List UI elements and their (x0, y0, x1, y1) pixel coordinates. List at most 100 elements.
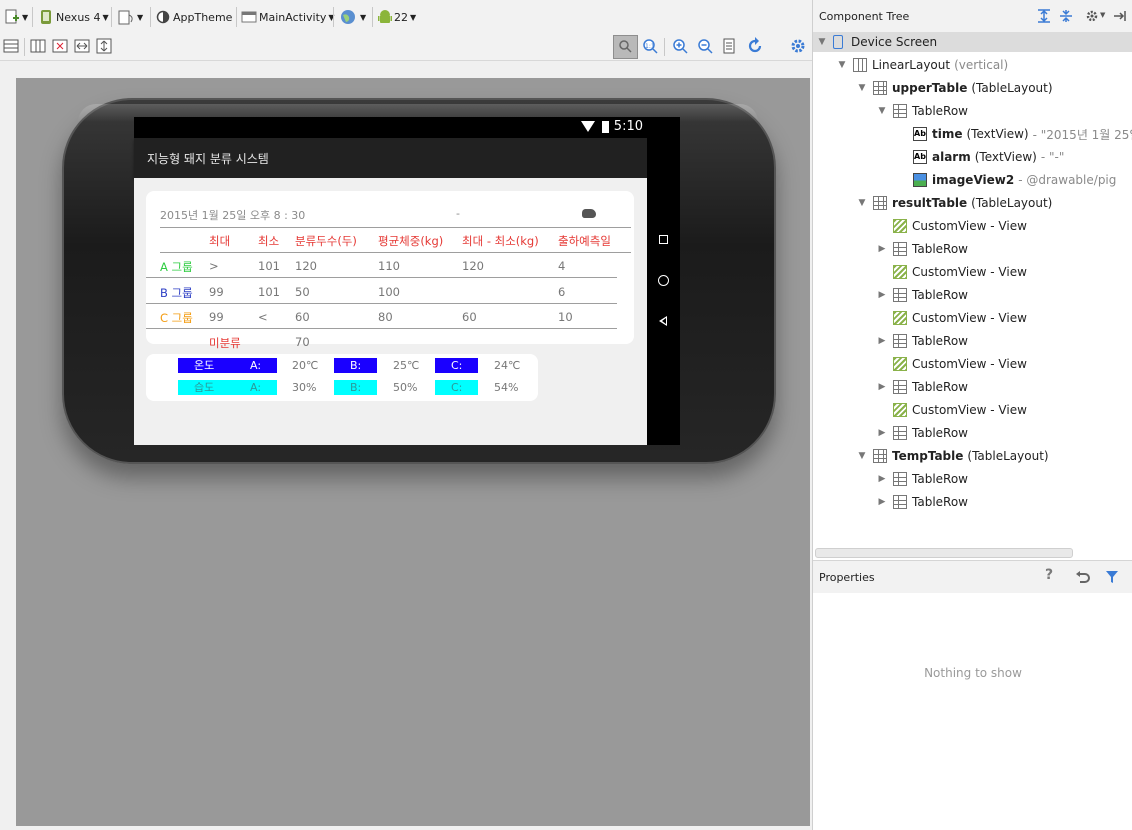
zoom-in-icon[interactable] (672, 38, 688, 54)
fill-width-icon[interactable] (74, 38, 90, 54)
expand-arrow-icon[interactable]: ▼ (857, 198, 867, 208)
tree-node[interactable]: ▶ TableRow (877, 377, 968, 397)
temp-c-value: 24℃ (494, 359, 521, 372)
collapse-arrow-icon[interactable]: ▶ (877, 428, 887, 438)
tree-node-label: TableRow (912, 380, 968, 394)
device-selector[interactable]: Nexus 4 ▼ (39, 7, 109, 27)
temp-b-value: 25℃ (393, 359, 420, 372)
collapse-arrow-icon[interactable]: ▶ (877, 474, 887, 484)
new-layout-button[interactable]: ▼ (4, 7, 28, 27)
tree-node[interactable]: Ab alarm (TextView) - "-" (897, 147, 1064, 167)
tree-node[interactable]: CustomView - View (877, 308, 1027, 328)
tree-node[interactable]: Ab time (TextView) - "2015년 1월 25일 (897, 124, 1132, 144)
vertical-layout-icon[interactable] (30, 38, 46, 54)
tree-horizontal-scrollbar[interactable] (815, 548, 1073, 558)
tree-node[interactable]: ▶ TableRow (877, 239, 968, 259)
hum-a-label: A: (250, 381, 262, 394)
refresh-icon[interactable] (746, 37, 764, 55)
tree-node-type: (TableLayout) (971, 196, 1053, 210)
home-icon[interactable] (658, 275, 669, 286)
alarm-text[interactable]: - (456, 207, 460, 220)
settings-gear-icon[interactable] (790, 38, 806, 54)
device-icon (833, 35, 843, 49)
unclassified-value: 70 (295, 335, 310, 349)
orientation-selector[interactable]: ▼ (117, 7, 143, 27)
design-canvas[interactable]: 5:10 지능형 돼지 분류 시스템 2015년 1월 25일 오후 8 : 3… (16, 78, 810, 826)
temp-label: 온도 (194, 359, 215, 372)
tree-node[interactable]: CustomView - View (877, 216, 1027, 236)
tree-node[interactable]: ▼ TempTable (TableLayout) (857, 446, 1049, 466)
collapse-arrow-icon[interactable]: ▶ (877, 336, 887, 346)
expand-all-icon[interactable] (1037, 9, 1051, 23)
back-icon[interactable] (659, 316, 667, 326)
tree-node-label: CustomView - View (912, 311, 1027, 325)
tree-node-label: TableRow (912, 426, 968, 440)
table-icon (893, 495, 907, 509)
recents-icon[interactable] (659, 235, 668, 244)
device-screen[interactable]: 5:10 지능형 돼지 분류 시스템 2015년 1월 25일 오후 8 : 3… (134, 117, 680, 445)
tree-node[interactable]: ▶ TableRow (877, 492, 968, 512)
collapse-arrow-icon[interactable]: ▶ (877, 290, 887, 300)
result-card[interactable]: 2015년 1월 25일 오후 8 : 30 - 최대 최소 분류두수(두) 평… (146, 191, 634, 350)
tree-node-label: LinearLayout (872, 58, 951, 72)
tree-node[interactable]: ▶ TableRow (877, 285, 968, 305)
hide-panel-icon[interactable] (1113, 9, 1127, 23)
filter-icon[interactable] (1105, 570, 1119, 584)
designer-toolbar: ▼ Nexus 4 ▼ ▼ AppTheme MainActivity ▼ ▼ 22… (0, 0, 812, 34)
tree-node[interactable]: ▼ LinearLayout (vertical) (837, 55, 1008, 75)
activity-selector[interactable]: MainActivity ▼ (241, 7, 335, 27)
tree-node[interactable]: ▼ upperTable (TableLayout) (857, 78, 1053, 98)
tree-node-label: CustomView - View (912, 403, 1027, 417)
tree-node[interactable]: ▼ TableRow (877, 101, 968, 121)
collapse-all-icon[interactable] (1059, 9, 1073, 23)
layout-actions-toolbar: 1:1 (0, 34, 812, 61)
collapse-arrow-icon[interactable]: ▶ (877, 382, 887, 392)
tree-node-type: (TextView) (974, 150, 1037, 164)
expand-arrow-icon[interactable]: ▼ (877, 106, 887, 116)
locale-selector[interactable]: ▼ (340, 7, 366, 27)
tree-node-label: TableRow (912, 104, 968, 118)
tree-node[interactable]: ▼ resultTable (TableLayout) (857, 193, 1052, 213)
tree-node[interactable]: ▶ TableRow (877, 469, 968, 489)
img-icon (913, 173, 927, 187)
hum-b-label: B: (350, 381, 362, 394)
tree-node[interactable]: ▶ TableRow (877, 423, 968, 443)
custom-icon (893, 265, 907, 279)
table-icon (893, 472, 907, 486)
tree-node-label: TempTable (892, 449, 964, 463)
time-text[interactable]: 2015년 1월 25일 오후 8 : 30 (160, 207, 305, 223)
pig-icon[interactable] (582, 209, 596, 218)
zoom-actual-icon[interactable]: 1:1 (642, 38, 658, 54)
api-level-selector[interactable]: 22 ▼ (378, 7, 416, 27)
battery-icon (602, 121, 609, 133)
horizontal-layout-icon[interactable] (3, 38, 19, 54)
expand-arrow-icon[interactable]: ▼ (837, 60, 847, 70)
linear-layout[interactable]: 2015년 1월 25일 오후 8 : 30 - 최대 최소 분류두수(두) 평… (134, 178, 647, 445)
collapse-arrow-icon[interactable]: ▶ (877, 244, 887, 254)
zoom-to-fit-toggle[interactable] (613, 35, 638, 59)
expand-arrow-icon[interactable]: ▼ (817, 37, 827, 47)
temp-card[interactable]: 온도 A: 20℃ B: 25℃ C: 24℃ 습도 A: 30% B: 50%… (146, 354, 538, 401)
fill-height-icon[interactable] (96, 38, 112, 54)
custom-icon (893, 357, 907, 371)
clear-constraints-icon[interactable] (52, 38, 68, 54)
tree-node[interactable]: ▶ TableRow (877, 331, 968, 351)
tree-node[interactable]: imageView2- @drawable/pig (897, 170, 1116, 190)
collapse-arrow-icon[interactable]: ▶ (877, 497, 887, 507)
screenshot-icon[interactable] (722, 38, 736, 54)
expand-arrow-icon[interactable]: ▼ (857, 83, 867, 93)
tree-node[interactable]: CustomView - View (877, 262, 1027, 282)
tree-settings-gear-icon[interactable] (1085, 9, 1099, 23)
component-tree-title: Component Tree (819, 10, 910, 23)
expand-arrow-icon[interactable]: ▼ (857, 451, 867, 461)
tree-node-label: upperTable (892, 81, 968, 95)
theme-selector[interactable]: AppTheme (156, 7, 232, 27)
properties-title: Properties (819, 571, 875, 584)
help-icon[interactable]: ? (1045, 567, 1053, 583)
tree-node[interactable]: CustomView - View (877, 400, 1027, 420)
tree-node[interactable]: CustomView - View (877, 354, 1027, 374)
tree-node[interactable]: ▼ Device Screen (813, 32, 1132, 52)
zoom-out-icon[interactable] (697, 38, 713, 54)
tree-settings-caret[interactable]: ▼ (1100, 11, 1105, 19)
restore-defaults-icon[interactable] (1075, 570, 1090, 584)
